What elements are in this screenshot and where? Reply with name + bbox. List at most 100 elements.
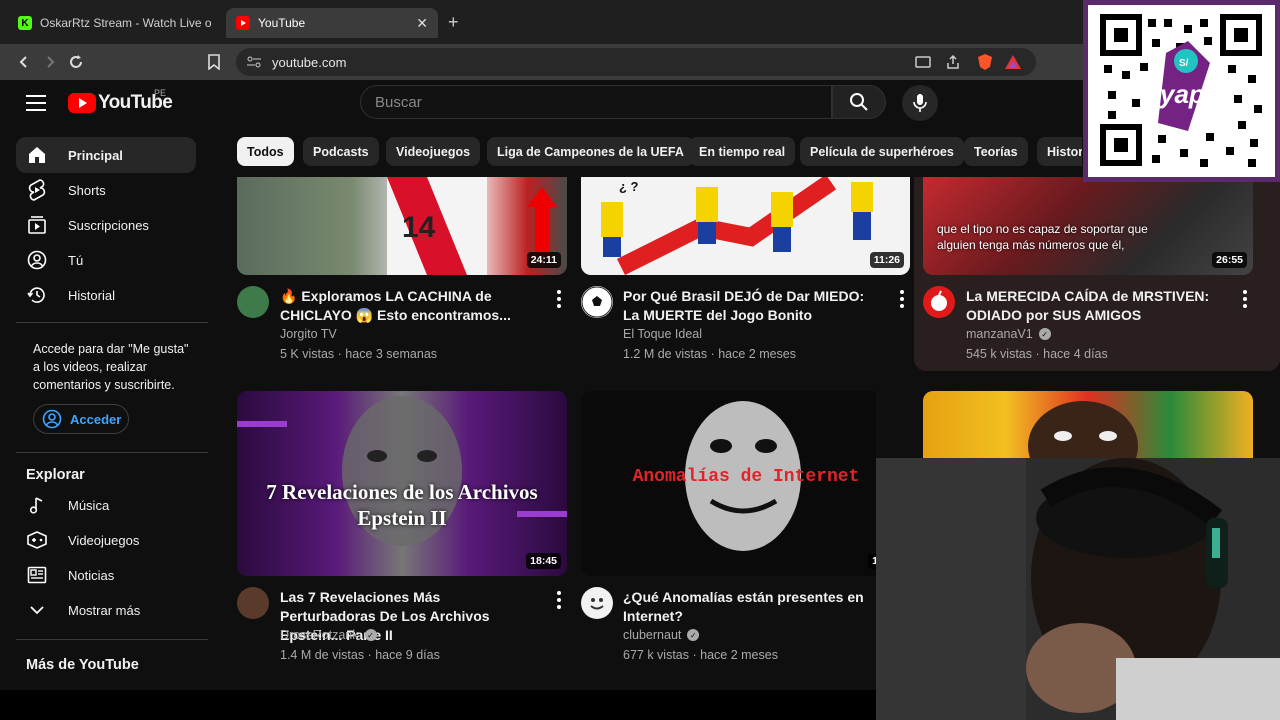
channel-name[interactable]: El Toque Ideal [623,327,702,341]
more-options-icon[interactable] [1241,290,1249,308]
thumbnail-text: Anomalías de Internet [632,467,860,487]
video-duration: 18:45 [526,553,561,569]
share-icon[interactable] [944,53,962,71]
chip-todos[interactable]: Todos [237,137,294,166]
chip-videojuegos[interactable]: Videojuegos [386,137,481,166]
video-duration: 26:55 [1212,252,1247,268]
video-thumbnail[interactable]: ¿ ? 11:26 [581,177,910,275]
home-icon [26,144,48,166]
search-input[interactable] [375,93,831,111]
search-button[interactable] [832,85,886,119]
signin-prompt: Accede para dar "Me gusta" a los videos,… [33,342,189,392]
video-thumbnail[interactable] [923,391,1253,458]
close-tab-icon[interactable]: ✕ [416,15,428,32]
sidebar-item-suscripciones[interactable]: Suscripciones [16,207,196,243]
chip-en-tiempo-real[interactable]: En tiempo real [689,137,796,166]
channel-avatar[interactable] [581,286,613,318]
cast-icon[interactable] [914,53,932,71]
sidebar-item-principal[interactable]: Principal [16,137,196,173]
history-icon [26,284,48,306]
kick-icon: K [18,16,32,30]
video-thumbnail[interactable]: 14 24:11 [237,177,567,275]
sidebar-item-label: Videojuegos [68,532,140,548]
more-options-icon[interactable] [555,591,563,609]
verified-icon: ✓ [687,629,700,641]
channel-avatar[interactable] [237,286,269,318]
upload-age: hace 3 semanas [345,347,438,361]
chip-teorias[interactable]: Teorías [964,137,1028,166]
channel-label: DrossRotzank [280,628,359,642]
signin-label: Acceder [70,411,122,427]
sidebar-item-videojuegos[interactable]: Videojuegos [16,522,196,558]
channel-name[interactable]: DrossRotzank ✓ [280,628,377,642]
signin-button[interactable]: Acceder [33,404,129,434]
svg-text:14: 14 [402,211,436,244]
sidebar-item-label: Principal [68,147,123,163]
smiley-icon [590,598,604,610]
sidebar-item-mostrar-mas[interactable]: Mostrar más [16,592,196,628]
qr-badge-text: S/ [1179,58,1189,69]
upload-age: hace 4 días [1043,347,1108,361]
more-youtube-heading: Más de YouTube [26,657,139,673]
sidebar-item-tu[interactable]: Tú [16,242,196,278]
channel-name[interactable]: clubernaut ✓ [623,628,700,642]
sidebar-item-historial[interactable]: Historial [16,277,196,313]
thumbnail-text: ¿ ? [619,179,639,194]
reload-icon[interactable] [66,52,86,72]
tab-youtube[interactable]: YouTube ✕ [226,8,438,38]
new-tab-icon[interactable]: + [448,12,459,33]
bookmark-icon[interactable] [204,52,224,72]
qr-code: S/ yape [1088,5,1275,177]
gaming-icon [26,529,48,551]
site-settings-icon[interactable] [246,55,262,69]
video-thumbnail[interactable]: 7 Revelaciones de los Archivos Epstein I… [237,391,567,576]
chip-podcasts[interactable]: Podcasts [303,137,379,166]
video-meta: 1.2 M de vistas · hace 2 meses [623,347,797,361]
menu-icon[interactable] [26,95,46,111]
region-code: PE [154,88,167,98]
upload-age: hace 9 días [375,648,440,662]
video-title[interactable]: Por Qué Brasil DEJÓ de Dar MIEDO: La MUE… [623,287,878,325]
channel-avatar[interactable] [923,286,955,318]
view-count: 677 k vistas [623,648,690,662]
channel-label: manzanaV1 [966,327,1033,341]
shorts-icon [26,179,48,201]
thumbnail-art [1028,401,1138,458]
channel-name[interactable]: Jorgito TV [280,327,337,341]
sidebar-item-musica[interactable]: Música [16,487,196,523]
verified-icon: ✓ [364,629,377,641]
sidebar-item-label: Suscripciones [68,217,149,233]
voice-search-button[interactable] [902,85,938,121]
video-meta: 5 K vistas · hace 3 semanas [280,347,438,361]
channel-name[interactable]: manzanaV1 ✓ [966,327,1051,341]
yape-qr-overlay: S/ yape [1083,0,1280,182]
tab-kick[interactable]: K OskarRtz Stream - Watch Live on Kick [8,8,222,38]
url-text: youtube.com [272,54,347,70]
brave-rewards-icon[interactable] [1004,53,1022,71]
sidebar-item-shorts[interactable]: Shorts [16,172,196,208]
video-title[interactable]: 🔥 Exploramos LA CACHINA de CHICLAYO 😱 Es… [280,287,535,325]
forward-icon[interactable] [40,52,60,72]
sidebar-divider [16,322,208,323]
microphone-icon [913,94,927,112]
account-icon [42,409,62,429]
video-title[interactable]: La MERECIDA CAÍDA de MRSTIVEN: ODIADO po… [966,287,1221,325]
video-thumbnail[interactable]: Anomalías de Internet 1 [581,391,876,576]
channel-avatar[interactable] [237,587,269,619]
chip-liga-de-campeones[interactable]: Liga de Campeones de la UEFA [487,137,694,166]
sidebar-item-label: Tú [68,252,84,268]
video-thumbnail[interactable]: que el tipo no es capaz de soportar que … [923,177,1253,275]
chip-historia[interactable]: Histor [1037,137,1082,166]
youtube-logo[interactable]: YouTube PE [68,88,173,114]
video-meta: 545 k vistas · hace 4 días [966,347,1108,361]
sidebar-item-noticias[interactable]: Noticias [16,557,196,593]
brave-shield-icon[interactable] [976,53,994,71]
more-options-icon[interactable] [898,290,906,308]
channel-avatar[interactable] [581,587,613,619]
verified-icon: ✓ [1038,328,1051,340]
more-options-icon[interactable] [555,290,563,308]
chip-pelicula-superheroes[interactable]: Película de superhéroes [800,137,964,166]
video-title[interactable]: ¿Qué Anomalías están presentes en Intern… [623,588,878,626]
back-icon[interactable] [14,52,34,72]
search-icon [850,93,868,111]
